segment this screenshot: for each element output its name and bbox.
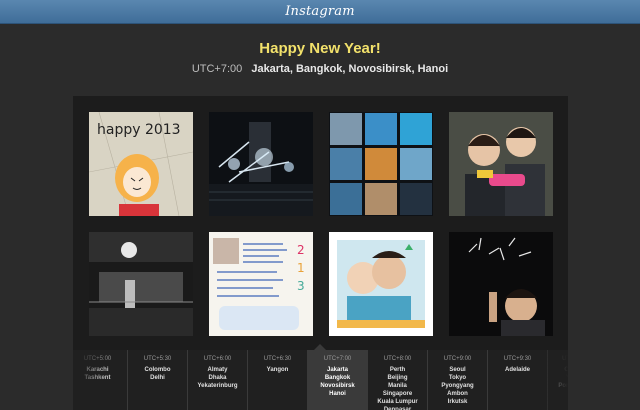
timezone-city: Port Moresby (558, 383, 568, 389)
timezone-city: Ambon (447, 391, 468, 397)
timezone-city: Dhaka (208, 375, 227, 381)
timezone-offset-label: UTC+5:30 (143, 356, 172, 362)
timezone-strip[interactable]: UTC+5:00 Karachi Tashkent UTC+5:30 Colombo De… (73, 350, 568, 410)
timezone-offset-label: UTC+6:30 (263, 356, 292, 362)
timezone-city: Pyongyang (441, 383, 474, 389)
timezone-city: Yakutsk (548, 374, 568, 382)
timezone-city: Beijing (387, 375, 408, 381)
timezone-city: Novosibirsk (320, 383, 355, 389)
timezone-city: Denpasar (383, 407, 412, 410)
timezone-city: Bangkok (324, 375, 351, 381)
timezone-item-utc-9-30[interactable]: UTC+9:30 Adelaide (487, 350, 547, 410)
svg-text:3: 3 (297, 279, 305, 293)
timezone-offset-label: UTC+9:00 (443, 356, 472, 362)
photo-family-selfie[interactable] (329, 232, 433, 336)
timezone-city: Canberra (564, 367, 568, 373)
timezone-offset-label: UTC+10:00 (562, 356, 568, 362)
timezone-city: Perth (389, 367, 406, 373)
timezone-city: Hanoi (329, 391, 346, 397)
instagram-logo[interactable]: Instagram (285, 4, 355, 19)
timezone-item-utc-6-30[interactable]: UTC+6:30 Yangon (247, 350, 307, 410)
timezone-offset-label: UTC+5:00 (83, 356, 112, 362)
photo-man-fireworks[interactable] (449, 232, 553, 336)
timezone-city: Adelaide (504, 367, 530, 373)
timezone-city: Yangon (266, 367, 289, 373)
timezone-offset-label: UTC+8:00 (383, 356, 412, 362)
timezone-city: Delhi (150, 375, 165, 381)
timezone-offset-label: UTC+9:30 (503, 356, 532, 362)
timezone-city: Almaty (207, 367, 228, 373)
page-title: Happy New Year! (259, 40, 381, 57)
timezone-cities: Jakarta, Bangkok, Novosibirsk, Hanoi (251, 63, 449, 75)
timezone-offset-label: UTC+6:00 (203, 356, 232, 362)
timezone-city: Tokyo (448, 375, 467, 381)
timezone-item-utc-7-00[interactable]: UTC+7:00 Jakarta Bangkok Novosibirsk Hanoi (307, 350, 367, 410)
timezone-item-utc-6-00[interactable]: UTC+6:00 Almaty Dhaka Yekaterinburg (187, 350, 247, 410)
timezone-city: Manila (388, 383, 407, 389)
svg-text:2: 2 (297, 243, 305, 257)
timezone-city: Singapore (382, 391, 413, 397)
timezone-city: Kuala Lumpur (377, 399, 418, 405)
svg-text:1: 1 (297, 261, 305, 275)
timezone-offset-label: UTC+7:00 (323, 356, 352, 362)
photo-happy-2013-drawing[interactable]: happy 2013 (89, 112, 193, 216)
timezone-offset: UTC+7:00 (191, 63, 243, 75)
timezone-city: Yekaterinburg (197, 383, 238, 389)
photo-handwritten-card[interactable]: 2 1 3 (209, 232, 313, 336)
timezone-city: Karachi (86, 367, 109, 373)
timezone-item-utc-10-00[interactable]: UTC+10:00 CanberraYakutskPort Moresby (547, 350, 568, 410)
timezone-city: Tashkent (84, 375, 111, 381)
photo-sky-collage[interactable] (329, 112, 433, 216)
photo-fireworks-building[interactable] (209, 112, 313, 216)
photo-caption: happy 2013 (97, 122, 181, 138)
timezone-city: Jakarta (326, 367, 349, 373)
timezone-city: Colombo (144, 367, 171, 373)
timezone-subtitle: UTC+7:00 Jakarta, Bangkok, Novosibirsk, … (0, 63, 640, 75)
timezone-city: Seoul (449, 367, 466, 373)
timezone-item-utc-5-00[interactable]: UTC+5:00 Karachi Tashkent (73, 350, 127, 410)
timezone-item-utc-5-30[interactable]: UTC+5:30 Colombo Delhi (127, 350, 187, 410)
photo-concert-stage[interactable] (89, 232, 193, 336)
timezone-item-utc-8-00[interactable]: UTC+8:00 Perth Beijing Manila Singapore Kuala… (367, 350, 427, 410)
timezone-city: Irkutsk (447, 399, 468, 405)
photo-two-friends[interactable] (449, 112, 553, 216)
active-timezone-pointer (314, 344, 326, 350)
top-bar: Instagram (0, 0, 640, 24)
timezone-item-utc-9-00[interactable]: UTC+9:00 Seoul Tokyo Pyongyang Ambon Irkutsk (427, 350, 487, 410)
